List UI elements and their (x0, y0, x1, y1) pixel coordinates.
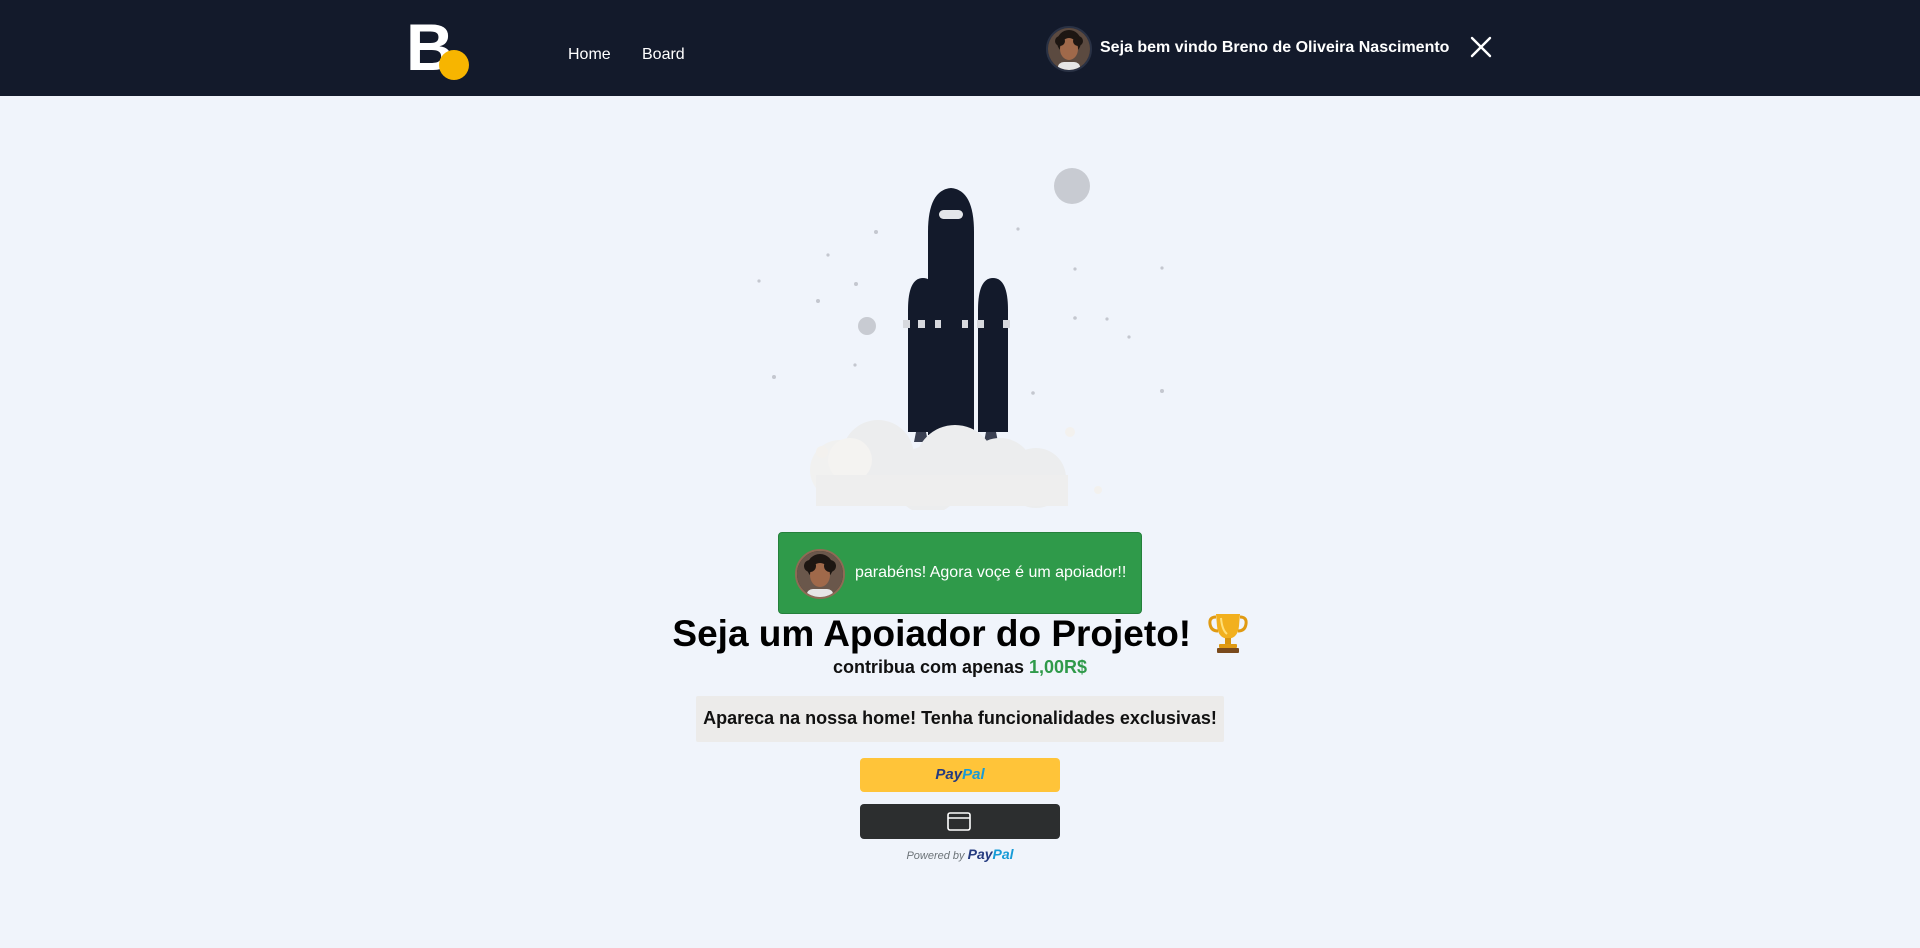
subtitle: contribua com apenas 1,00R$ (0, 657, 1920, 678)
nav-home-link[interactable]: Home (568, 46, 611, 64)
card-icon (947, 812, 971, 831)
paypal-logo: PayPal (860, 766, 1060, 783)
price-value: 1,00R$ (1029, 657, 1088, 677)
rocket-illustration (750, 160, 1170, 514)
powered-by-pay: Pay (967, 846, 993, 862)
powered-by-paypal-logo: PayPal (968, 846, 1014, 862)
paypal-logo-pay: Pay (935, 766, 963, 783)
subtitle-prefix: contribua com apenas (832, 657, 1024, 677)
nav-board-link[interactable]: Board (642, 46, 685, 64)
welcome-message: Seja bem vindo Breno de Oliveira Nascime… (1100, 39, 1450, 56)
success-toast: parabéns! Agora voçe é um apoiador!! (778, 532, 1142, 614)
toast-avatar (795, 549, 845, 599)
user-avatar (1046, 26, 1092, 72)
toast-message: parabéns! Agora voçe é um apoiador!! (855, 564, 1127, 581)
page-title-row: Seja um Apoiador do Projeto! (0, 612, 1920, 656)
powered-by-label: Powered by (906, 850, 965, 862)
debit-credit-card-button[interactable] (860, 804, 1060, 839)
powered-by-pal: Pal (992, 846, 1014, 862)
page-title: Seja um Apoiador do Projeto! (672, 613, 1192, 654)
paypal-logo-pal: Pal (962, 766, 985, 783)
powered-by-paypal: Powered by PayPal (0, 846, 1920, 862)
paypal-button[interactable]: PayPal (860, 758, 1060, 792)
trophy-icon (1207, 610, 1248, 654)
top-header: B Home Board Seja bem vindo Breno de Oli… (0, 0, 1920, 96)
brand-logo[interactable]: B (406, 14, 469, 80)
logo-dot (439, 50, 469, 80)
close-icon[interactable] (1470, 36, 1492, 58)
benefits-banner: Apareca na nossa home! Tenha funcionalid… (696, 696, 1224, 742)
